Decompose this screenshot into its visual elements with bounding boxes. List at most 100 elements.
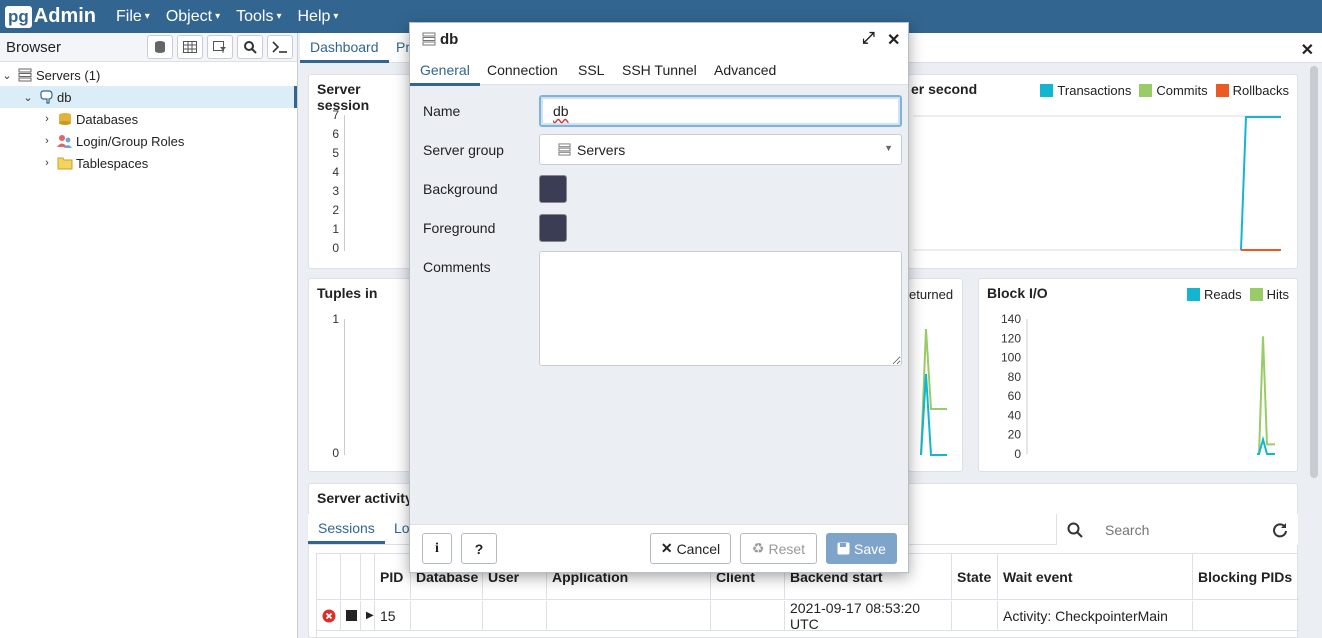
legend-swatch <box>1215 84 1229 97</box>
tree-label-db: db <box>57 89 72 105</box>
dropdown-caret-icon: ▼ <box>884 143 893 153</box>
menu-file-label: File <box>116 7 142 25</box>
filter-rows-icon[interactable] <box>207 35 233 59</box>
chevron-right-icon[interactable]: › <box>40 135 54 147</box>
terminate-icon[interactable] <box>346 610 357 621</box>
tree-label-tablespaces: Tablespaces <box>76 155 149 171</box>
tab-connection[interactable]: Connection <box>487 55 558 86</box>
tree-item-tablespaces[interactable]: › Tablespaces <box>0 152 297 174</box>
tuples-out-legend-label: eturned <box>909 287 954 302</box>
browser-title: Browser <box>6 38 62 56</box>
menu-tools[interactable]: Tools ▾ <box>236 8 281 26</box>
tab-advanced[interactable]: Advanced <box>714 55 776 86</box>
tree-label-servers: Servers (1) <box>36 67 101 83</box>
block-io-legend: Reads Hits <box>1183 287 1289 302</box>
reset-button[interactable]: ♻ Reset <box>740 533 817 564</box>
block-io-card: Block I/O Reads Hits 140 120 100 80 60 40 20 0 <box>978 278 1298 472</box>
legend-label: Reads <box>1204 287 1242 302</box>
maximize-icon[interactable]: ⤢ <box>862 30 875 48</box>
menu-help[interactable]: Help ▾ <box>297 8 338 26</box>
info-button[interactable]: i <box>422 533 452 564</box>
ytick: 6 <box>332 127 339 141</box>
chevron-down-icon[interactable]: ⌄ <box>21 91 35 104</box>
ytick: 5 <box>332 146 339 160</box>
legend-label: Transactions <box>1057 83 1132 98</box>
vertical-scrollbar[interactable] <box>1310 66 1318 478</box>
servers-icon <box>18 68 32 82</box>
tree-item-servers[interactable]: ⌄ Servers (1) <box>0 64 297 86</box>
tree-item-db[interactable]: ⌄ db <box>0 86 297 108</box>
activity-search <box>1056 514 1298 545</box>
menu-file[interactable]: File ▾ <box>116 8 150 26</box>
search-objects-icon[interactable] <box>237 35 263 59</box>
tree-item-databases[interactable]: › Databases <box>0 108 297 130</box>
search-icon <box>1067 522 1083 538</box>
caret-right-icon[interactable]: ▶ <box>366 610 374 621</box>
tab-general[interactable]: General <box>410 55 480 86</box>
logo-admin: Admin <box>33 5 96 27</box>
ytick-label: 140 <box>1001 312 1021 326</box>
col-state[interactable]: State <box>952 554 998 600</box>
background-color-picker[interactable] <box>539 175 567 203</box>
chevron-down-icon: ▾ <box>333 11 339 22</box>
comments-textarea[interactable] <box>539 251 902 366</box>
close-icon[interactable]: ✕ <box>1301 40 1314 60</box>
col-blocking-pids[interactable]: Blocking PIDs <box>1193 554 1299 600</box>
help-button[interactable]: ? <box>461 533 497 564</box>
refresh-icon[interactable] <box>1272 522 1288 538</box>
table-row-cancel[interactable] <box>317 601 341 631</box>
tree-item-login-roles[interactable]: › Login/Group Roles <box>0 130 297 152</box>
col-actions <box>317 554 341 600</box>
tree-label-roles: Login/Group Roles <box>76 133 185 149</box>
dialog-tabs: General Connection SSL SSH Tunnel Advanc… <box>410 55 908 86</box>
view-data-icon[interactable] <box>177 35 203 59</box>
chevron-right-icon[interactable]: › <box>40 157 54 169</box>
cell-state <box>952 601 998 631</box>
ytick: 2 <box>332 203 339 217</box>
table-row-expand[interactable]: ▶ <box>361 601 375 631</box>
name-field[interactable]: db <box>539 95 902 127</box>
tps-plot <box>913 115 1281 251</box>
col-actions <box>341 554 361 600</box>
block-io-plot: 140 120 100 80 60 40 20 0 <box>1001 312 1275 461</box>
cancel-query-icon[interactable] <box>322 609 336 623</box>
name-value: db <box>553 103 569 119</box>
ytick-label: 40 <box>1008 408 1022 422</box>
chevron-right-icon[interactable]: › <box>40 113 54 125</box>
tab-locks[interactable]: Lo <box>394 520 410 536</box>
ytick: 0 <box>332 241 339 255</box>
tuples-in-title: Tuples in <box>317 285 378 301</box>
legend-label: Rollbacks <box>1232 83 1289 98</box>
name-label: Name <box>423 103 461 119</box>
cell-blocking-pids <box>1193 601 1299 631</box>
save-button[interactable]: Save <box>826 533 897 564</box>
tab-ssl[interactable]: SSL <box>578 55 604 86</box>
close-icon[interactable]: ✕ <box>887 30 900 50</box>
menu-object[interactable]: Object ▾ <box>166 8 220 26</box>
psql-tool-icon[interactable] <box>267 35 293 59</box>
pgadmin-logo[interactable]: pg Admin <box>5 5 96 28</box>
roles-icon <box>57 135 72 148</box>
foreground-color-picker[interactable] <box>539 214 567 242</box>
tuples-in-card: Tuples in 1 0 <box>308 278 412 472</box>
server-group-select[interactable]: Servers ▼ <box>539 134 902 165</box>
query-tool-db-icon[interactable] <box>147 35 173 59</box>
search-input[interactable] <box>1105 521 1255 538</box>
ytick-label: 120 <box>1001 331 1021 345</box>
y-axis-line <box>344 115 345 251</box>
col-pid[interactable]: PID <box>375 554 411 600</box>
legend-label: Hits <box>1266 287 1289 302</box>
reset-label: Reset <box>768 540 806 557</box>
cancel-label: Cancel <box>676 540 721 557</box>
cell-user <box>483 601 547 631</box>
tab-sessions[interactable]: Sessions <box>308 514 385 544</box>
server-sessions-card: Server session 7 6 5 4 3 2 1 0 <box>308 74 412 269</box>
recycle-icon: ♻ <box>751 540 765 556</box>
tab-ssh-tunnel[interactable]: SSH Tunnel <box>622 55 697 86</box>
col-wait-event[interactable]: Wait event <box>998 554 1193 600</box>
table-row-terminate[interactable] <box>341 601 361 631</box>
cancel-button[interactable]: ✕ Cancel <box>650 533 731 564</box>
tab-dashboard[interactable]: Dashboard <box>300 33 389 63</box>
chevron-down-icon[interactable]: ⌄ <box>0 69 14 82</box>
dialog-header[interactable]: db ⤢ ✕ <box>410 23 908 55</box>
